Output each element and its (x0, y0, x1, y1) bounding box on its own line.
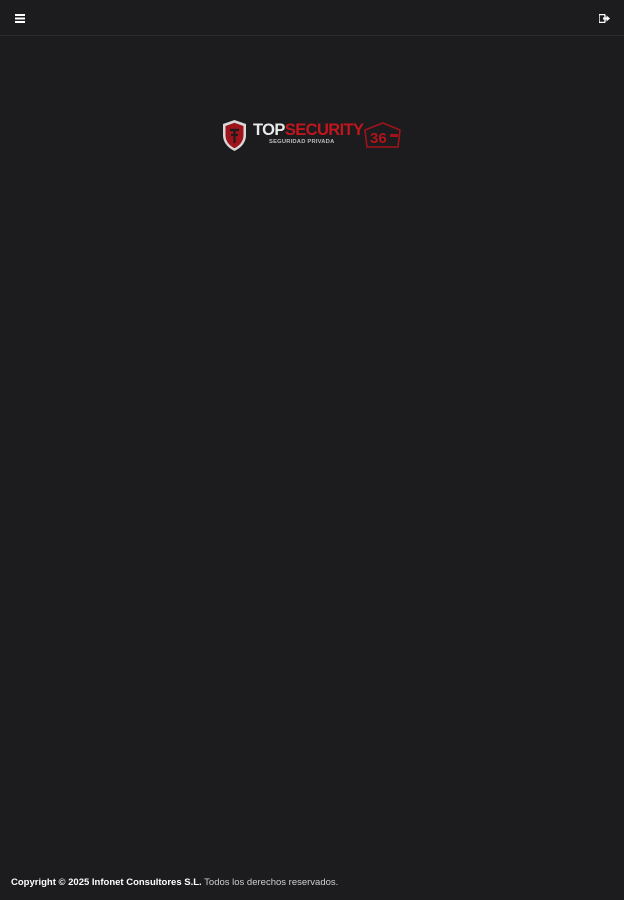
footer-rights: Todos los derechos reservados. (204, 877, 339, 888)
brand-security-text: SECURITY (284, 121, 364, 139)
svg-text:36: 36 (370, 130, 387, 147)
years-badge-icon: 36 (364, 122, 401, 148)
app-page: TOPSECURITY SEGURIDAD PRIVADA 36 Copyrig… (0, 0, 624, 900)
menu-button[interactable] (11, 10, 29, 26)
brand-subtitle: SEGURIDAD PRIVADA (269, 139, 335, 145)
hamburger-menu-icon (15, 13, 25, 23)
brand-top-text: TOP (253, 121, 285, 139)
logout-button[interactable] (595, 10, 613, 26)
brand-name: TOPSECURITY (253, 121, 364, 139)
company-logo: TOPSECURITY SEGURIDAD PRIVADA 36 (221, 118, 403, 154)
footer: Copyright © 2025 Infonet Consultores S.L… (11, 876, 338, 890)
footer-copyright: Copyright © 2025 Infonet Consultores S.L… (11, 877, 202, 888)
shield-icon (223, 120, 246, 151)
logout-icon (598, 13, 610, 23)
top-bar (0, 0, 624, 36)
